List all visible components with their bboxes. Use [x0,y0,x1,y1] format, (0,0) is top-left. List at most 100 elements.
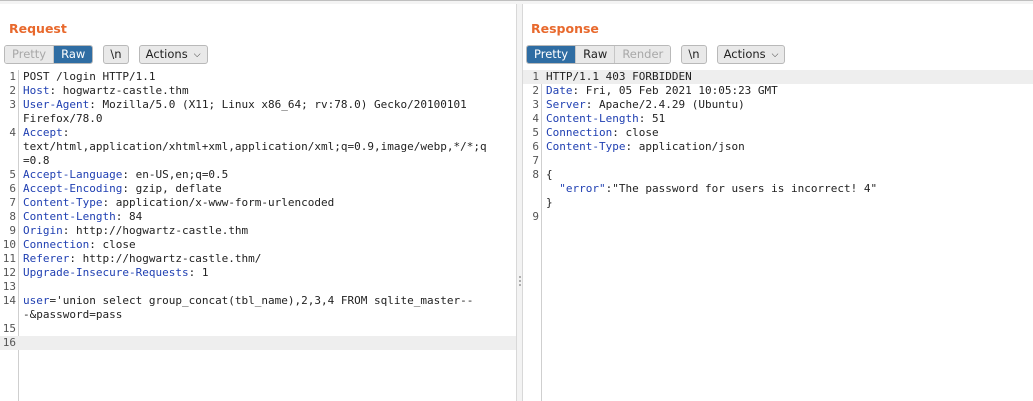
response-panel: Response Pretty Raw Render \n Actions ⌵ 1… [523,4,1033,401]
line-number: 3 [532,98,539,111]
request-code-line: 7 Content-Type: application/x-www-form-ur… [0,196,516,210]
response-code-line: "error":"The password for users is incor… [523,182,1033,196]
request-code-line: 14 user='union select group_concat(tbl_na… [0,294,516,308]
request-tab-pretty[interactable]: Pretty [5,46,55,63]
header-value: : [62,126,70,139]
header-value: : 1 [188,266,209,279]
line-number: 6 [9,182,16,195]
response-tab-pretty[interactable]: Pretty [527,46,577,63]
header-value: : en-US,en;q=0.5 [122,168,229,181]
header-value: : application/json [625,140,745,153]
header-value: } [546,196,553,209]
line-code: Firefox/78.0 [23,112,102,126]
response-code-line: 8{ [523,168,1033,182]
response-code-line: 4 Content-Length: 51 [523,112,1033,126]
response-code-line: 3 Server: Apache/2.4.29 (Ubuntu) [523,98,1033,112]
line-code: HTTP/1.1 403 FORBIDDEN [546,70,692,84]
line-number: 14 [2,294,16,307]
header-value: : Apache/2.4.29 (Ubuntu) [585,98,745,111]
line-number: 2 [9,84,16,97]
header-value: : Mozilla/5.0 (X11; Linux x86_64; rv:78.… [89,98,467,111]
line-code: Server: Apache/2.4.29 (Ubuntu) [546,98,745,112]
request-toolbar: Pretty Raw \n Actions ⌵ [4,45,208,65]
request-tab-raw[interactable]: Raw [54,46,93,63]
line-code: Content-Type: application/json [546,140,745,154]
response-code-line: 1 HTTP/1.1 403 FORBIDDEN [523,70,1033,84]
header-value: : gzip, deflate [122,182,222,195]
line-number: 9 [532,210,539,223]
request-code-line: 5 Accept-Language: en-US,en;q=0.5 [0,168,516,182]
request-code-line: =0.8 [0,154,516,168]
line-number: 15 [2,322,16,335]
header-key: User-Agent [23,98,90,111]
response-actions-button[interactable]: Actions ⌵ [716,45,786,64]
line-code: Upgrade-Insecure-Requests: 1 [23,266,208,280]
line-number: 3 [9,98,16,111]
header-value: : close [89,238,136,251]
request-code-line: 2 Host: hogwartz-castle.thm [0,84,516,98]
request-code-line: 3 User-Agent: Mozilla/5.0 (X11; Linux x86… [0,98,516,112]
header-value: : Fri, 05 Feb 2021 10:05:23 GMT [572,84,778,97]
response-tab-render[interactable]: Render [615,46,671,63]
header-key: Host [23,84,50,97]
request-code-line: 15 [0,322,516,336]
chevron-down-icon: ⌵ [193,50,201,60]
line-code: Accept-Encoding: gzip, deflate [23,182,222,196]
line-number: 7 [9,196,16,209]
line-number: 4 [532,112,539,125]
request-code-line: 13 [0,280,516,294]
response-editor[interactable]: 1 HTTP/1.1 403 FORBIDDEN 2 Date: Fri, 05 Fe… [523,70,1033,401]
line-code: Content-Length: 84 [23,210,142,224]
grip-dot [519,280,521,282]
line-number: 5 [532,126,539,139]
line-number: 5 [9,168,16,181]
header-key: Content-Length [23,210,116,223]
header-key: Accept [23,126,63,139]
header-value: POST /login HTTP/1.1 [23,70,156,83]
line-code: text/html,application/xhtml+xml,applicat… [23,140,487,154]
request-code-line: 1 POST /login HTTP/1.1 [0,70,516,84]
request-code-line: Firefox/78.0 [0,112,516,126]
header-value: :"The password for users is incorrect! 4… [605,182,878,195]
line-code: User-Agent: Mozilla/5.0 (X11; Linux x86_… [23,98,467,112]
panel-split-handle[interactable] [516,4,523,401]
header-key: Accept-Encoding [23,182,123,195]
line-number: 16 [2,336,16,349]
request-code-line: 4 Accept: [0,126,516,140]
response-code-line: 6 Content-Type: application/json [523,140,1033,154]
request-editor[interactable]: 1 POST /login HTTP/1.1 2 Host: hogwartz-cas… [0,70,516,401]
header-value: =0.8 [23,154,50,167]
response-actions-label: Actions [723,47,766,61]
line-code: Content-Type: application/x-www-form-url… [23,196,334,210]
request-code-line: -&password=pass [0,308,516,322]
request-actions-button[interactable]: Actions ⌵ [138,45,208,64]
header-value: : hogwartz-castle.thm [49,84,189,97]
response-code-line: 9 [523,210,1033,224]
request-view-tabs: Pretty Raw [4,45,94,64]
line-number: 6 [532,140,539,153]
header-value: HTTP/1.1 403 FORBIDDEN [546,70,692,83]
response-tab-raw[interactable]: Raw [576,46,616,63]
line-number: 2 [532,84,539,97]
line-number: 10 [2,238,16,251]
request-code-line: text/html,application/xhtml+xml,applicat… [0,140,516,154]
request-newline-toggle[interactable]: \n [103,45,129,64]
header-key: Content-Type [23,196,103,209]
request-lines: 1 POST /login HTTP/1.1 2 Host: hogwartz-cas… [0,70,516,350]
header-key: Accept-Language [23,168,123,181]
request-code-line: 10 Connection: close [0,238,516,252]
line-code: user='union select group_concat(tbl_name… [23,294,473,308]
line-code: Content-Length: 51 [546,112,665,126]
request-actions-label: Actions [145,47,188,61]
request-code-line: 8 Content-Length: 84 [0,210,516,224]
request-title: Request [9,21,67,36]
chevron-down-icon: ⌵ [771,50,779,60]
header-value: : application/x-www-form-urlencoded [102,196,335,209]
line-code: } [546,196,553,210]
response-newline-toggle[interactable]: \n [681,45,707,64]
header-key: Connection [546,126,613,139]
response-code-line: 2 Date: Fri, 05 Feb 2021 10:05:23 GMT [523,84,1033,98]
request-code-line: 16 [0,336,516,350]
line-code: -&password=pass [23,308,122,322]
header-key: Upgrade-Insecure-Requests [23,266,189,279]
